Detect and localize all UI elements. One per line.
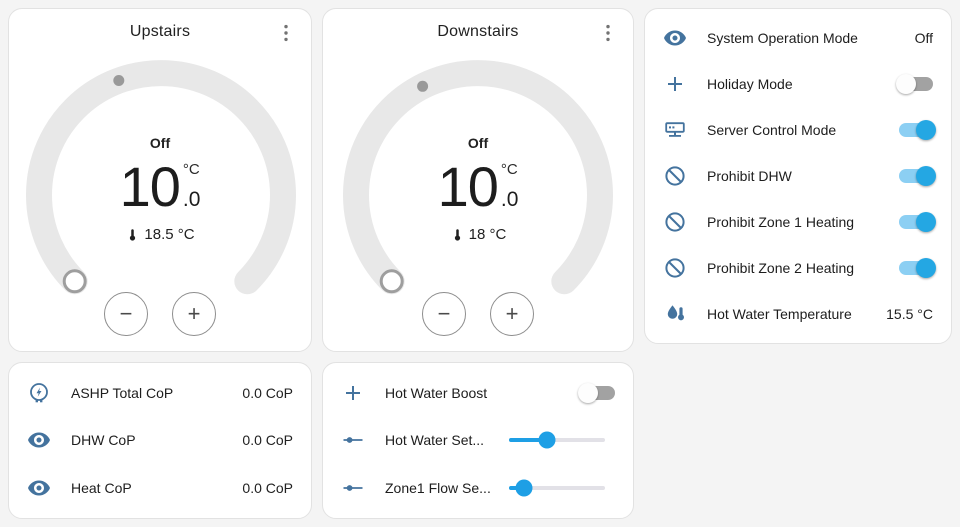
entity-label: Zone1 Flow Se... (385, 480, 509, 496)
entity-label: System Operation Mode (707, 30, 915, 46)
increase-temperature-button[interactable]: + (172, 292, 216, 336)
entity-row-hot-water-temperature: Hot Water Temperature 15.5 °C (663, 302, 933, 326)
hot-water-set-slider[interactable] (509, 438, 605, 442)
entity-row-dhw-cop: DHW CoP 0.0 CoP (27, 428, 293, 452)
entity-label: Prohibit Zone 1 Heating (707, 214, 899, 230)
kebab-menu-icon (274, 21, 298, 45)
meter-electric-icon (27, 381, 51, 405)
toggle-knob (916, 166, 936, 186)
entity-label: Server Control Mode (707, 122, 899, 138)
hot-water-boost-card: Hot Water Boost Hot Water Set... Zone1 F… (322, 362, 634, 519)
dial-track (356, 73, 600, 281)
entity-row-zone1-flow-set: Zone1 Flow Se... (341, 476, 615, 500)
more-options-button[interactable] (595, 20, 621, 46)
prohibit-icon (663, 210, 687, 234)
entity-row-hot-water-boost: Hot Water Boost (341, 381, 615, 405)
prohibit-zone2-toggle[interactable] (899, 261, 933, 275)
server-control-toggle[interactable] (899, 123, 933, 137)
entity-label: Prohibit Zone 2 Heating (707, 260, 899, 276)
more-options-button[interactable] (273, 20, 299, 46)
entity-label: Holiday Mode (707, 76, 899, 92)
slider-thumb[interactable] (516, 480, 533, 497)
dial-handle[interactable] (64, 271, 85, 292)
entity-label: Heat CoP (71, 480, 242, 496)
prohibit-zone1-toggle[interactable] (899, 215, 933, 229)
dial-track (39, 73, 283, 281)
entity-value: Off (915, 30, 933, 46)
entity-row-prohibit-zone1: Prohibit Zone 1 Heating (663, 210, 933, 234)
plus-icon (663, 72, 687, 96)
server-icon (663, 118, 687, 142)
entity-value: 0.0 CoP (242, 480, 293, 496)
dial-handle[interactable] (381, 271, 402, 292)
card-header: Upstairs (9, 9, 311, 55)
entity-row-ashp-total-cop: ASHP Total CoP 0.0 CoP (27, 381, 293, 405)
card-title: Upstairs (130, 23, 190, 41)
plus-icon (341, 381, 365, 405)
entity-row-server-control-mode: Server Control Mode (663, 118, 933, 142)
dashboard: Upstairs Off 10 °C .0 (0, 0, 960, 527)
hot-water-boost-toggle[interactable] (581, 386, 615, 400)
thermostat-card-downstairs: Downstairs Off 10 °C .0 (322, 8, 634, 352)
entity-label: Hot Water Boost (385, 385, 581, 401)
toggle-knob (578, 383, 598, 403)
eye-icon (27, 476, 51, 500)
toggle-knob (916, 258, 936, 278)
decrease-temperature-button[interactable]: − (422, 292, 466, 336)
entity-row-hot-water-set: Hot Water Set... (341, 428, 615, 452)
thermostat-dial: Off 10 °C .0 18 °C − + (323, 55, 633, 349)
card-header: Downstairs (323, 9, 633, 55)
entity-label: Prohibit DHW (707, 168, 899, 184)
entity-row-system-operation-mode: System Operation Mode Off (663, 26, 933, 50)
toggle-knob (916, 212, 936, 232)
entity-row-heat-cop: Heat CoP 0.0 CoP (27, 476, 293, 500)
entity-row-prohibit-dhw: Prohibit DHW (663, 164, 933, 188)
entity-label: DHW CoP (71, 432, 242, 448)
entity-label: Hot Water Set... (385, 432, 509, 448)
eye-icon (27, 428, 51, 452)
water-thermometer-icon (663, 302, 687, 326)
prohibit-icon (663, 164, 687, 188)
entity-label: ASHP Total CoP (71, 385, 242, 401)
slider-icon (341, 428, 365, 452)
card-title: Downstairs (437, 23, 518, 41)
temperature-buttons: − + (104, 292, 216, 336)
dial-current-dot (417, 81, 428, 92)
prohibit-icon (663, 256, 687, 280)
slider-thumb[interactable] (539, 432, 556, 449)
entity-label: Hot Water Temperature (707, 306, 886, 322)
prohibit-dhw-toggle[interactable] (899, 169, 933, 183)
holiday-mode-toggle[interactable] (899, 77, 933, 91)
decrease-temperature-button[interactable]: − (104, 292, 148, 336)
temperature-buttons: − + (422, 292, 534, 336)
zone1-flow-set-slider[interactable] (509, 486, 605, 490)
cop-card: ASHP Total CoP 0.0 CoP DHW CoP 0.0 CoP H… (8, 362, 312, 519)
thermostat-dial: Off 10 °C .0 18.5 °C − + (9, 55, 311, 349)
toggle-knob (896, 74, 916, 94)
dial-current-dot (113, 75, 124, 86)
entity-value: 0.0 CoP (242, 385, 293, 401)
increase-temperature-button[interactable]: + (490, 292, 534, 336)
entity-row-holiday-mode: Holiday Mode (663, 72, 933, 96)
eye-icon (663, 26, 687, 50)
system-control-card: System Operation Mode Off Holiday Mode S… (644, 8, 952, 344)
entity-row-prohibit-zone2: Prohibit Zone 2 Heating (663, 256, 933, 280)
thermostat-card-upstairs: Upstairs Off 10 °C .0 (8, 8, 312, 352)
entity-value: 15.5 °C (886, 306, 933, 322)
slider-icon (341, 476, 365, 500)
entity-value: 0.0 CoP (242, 432, 293, 448)
toggle-knob (916, 120, 936, 140)
kebab-menu-icon (596, 21, 620, 45)
